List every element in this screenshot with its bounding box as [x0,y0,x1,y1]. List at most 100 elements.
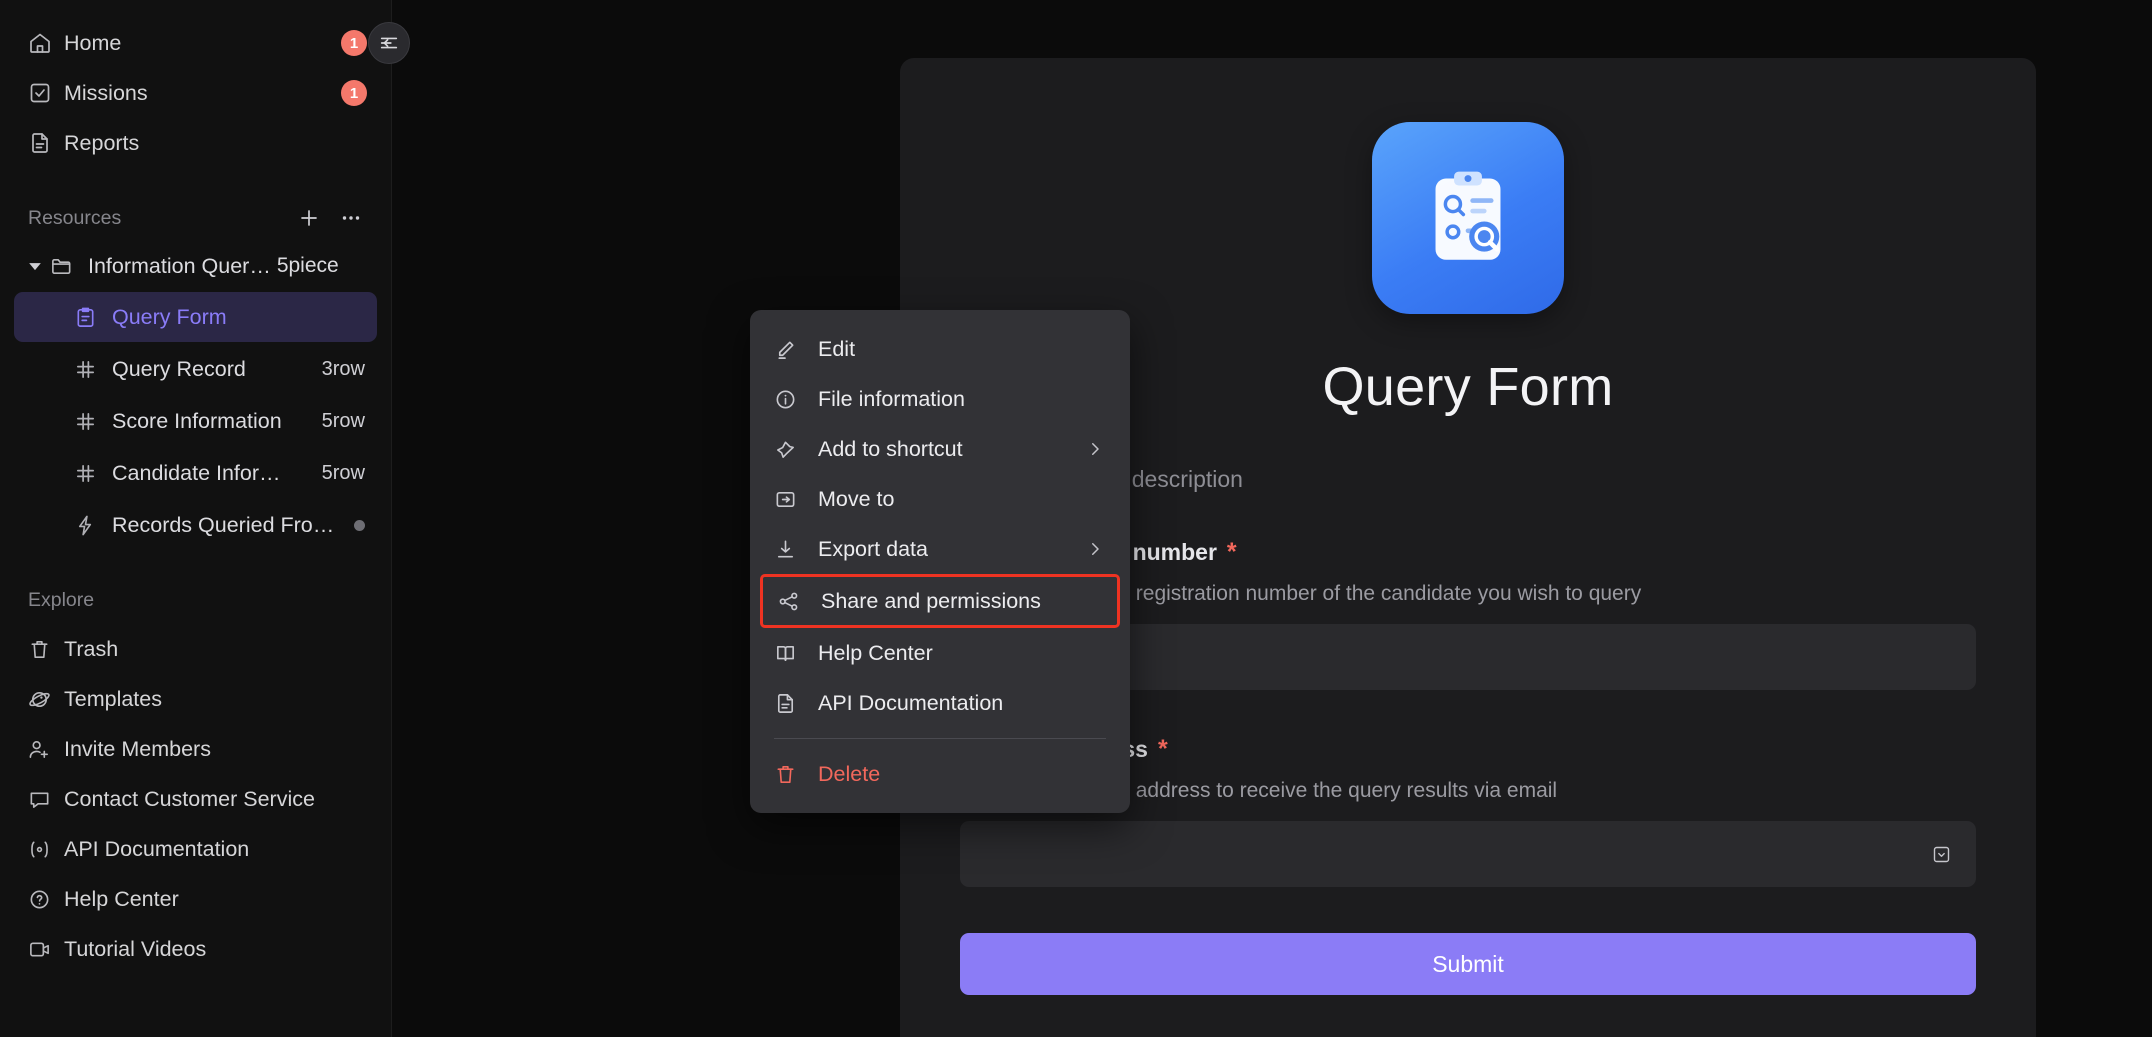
table-icon [74,410,104,433]
sidebar-item-reports[interactable]: Reports [14,118,377,168]
sidebar-item-label: Templates [64,686,162,711]
tree-folder-information-query[interactable]: Information Quer… 5piece [14,242,377,290]
table-icon [74,358,104,381]
context-menu-item-share-and-permissions[interactable]: Share and permissions [760,574,1120,628]
context-menu-divider [774,738,1106,739]
check-square-icon [28,81,58,105]
context-menu-item-label: Delete [818,761,881,786]
sidebar-item-label: Contact Customer Service [64,786,315,811]
context-menu-item-move-to[interactable]: Move to [760,474,1120,524]
sidebar-item-label: API Documentation [64,836,250,861]
missions-badge: 1 [341,80,367,106]
sidebar-item-help-center[interactable]: Help Center [14,874,377,924]
tree-item-query-form[interactable]: Query Form [14,292,377,342]
tree-folder-count: 5piece [276,254,339,277]
home-icon [28,31,58,55]
video-icon [28,938,58,961]
context-menu: Edit File information Add to shortcut Mo… [750,310,1130,813]
tree-item-candidate-information[interactable]: Candidate Infor… 5row [14,448,377,498]
sidebar-item-label: Tutorial Videos [64,936,207,961]
context-menu-item-edit[interactable]: Edit [760,324,1120,374]
automation-icon [74,514,104,537]
book-icon [774,642,804,665]
tree-item-score-information[interactable]: Score Information 5row [14,396,377,446]
chat-icon [28,788,58,811]
tree-item-label: Query Form [112,304,227,329]
clipboard-search-icon [1372,122,1564,314]
tree-item-count: 3row [321,357,365,380]
context-menu-item-file-information[interactable]: File information [760,374,1120,424]
sidebar-item-missions[interactable]: Missions 1 [14,68,377,118]
context-menu-item-label: File information [818,386,965,411]
select-dropdown-icon[interactable] [1931,844,1952,865]
trash-icon [774,763,804,786]
sidebar-item-label: Home [64,30,122,55]
main-content: Query Form Please enter a description Re… [392,0,2152,1037]
pencil-icon [774,338,804,361]
sidebar-item-home[interactable]: Home 1 [14,18,377,68]
home-badge: 1 [341,30,367,56]
plus-icon[interactable] [297,206,321,230]
context-menu-item-label: Move to [818,486,895,511]
context-menu-item-label: Export data [818,536,928,561]
sidebar-item-contact-customer-service[interactable]: Contact Customer Service [14,774,377,824]
chevron-right-icon [1086,540,1104,558]
caret-down-icon[interactable] [24,259,46,273]
download-icon [774,538,804,561]
context-menu-item-label: API Documentation [818,690,1004,715]
context-menu-item-label: Add to shortcut [818,436,963,461]
email-address-input[interactable] [960,821,1976,887]
info-circle-icon [774,388,804,411]
sidebar-item-tutorial-videos[interactable]: Tutorial Videos [14,924,377,974]
form-icon [74,306,104,329]
context-menu-item-label: Share and permissions [821,588,1041,613]
explore-section-title: Explore [28,588,95,611]
document-icon [28,131,58,155]
sidebar-item-label: Invite Members [64,736,211,761]
tree-item-count: 5row [321,461,365,484]
context-menu-item-label: Edit [818,336,856,361]
share-icon [777,590,807,613]
context-menu-item-add-to-shortcut[interactable]: Add to shortcut [760,424,1120,474]
context-menu-item-delete[interactable]: Delete [760,749,1120,799]
explore-section-header: Explore [14,578,377,622]
sidebar-item-trash[interactable]: Trash [14,624,377,674]
required-marker: * [1226,538,1237,566]
user-plus-icon [28,738,58,761]
collapse-sidebar-icon[interactable] [368,22,410,64]
sidebar-item-api-documentation[interactable]: API Documentation [14,824,377,874]
sidebar: Home 1 Missions 1 Reports Resources Info… [0,0,410,1037]
move-folder-icon [774,488,804,511]
planet-icon [28,688,58,711]
trash-icon [28,638,58,661]
submit-button[interactable]: Submit [960,933,1976,995]
sidebar-item-label: Reports [64,130,140,155]
required-marker: * [1157,735,1168,763]
tree-item-label: Records Queried Fro… [112,512,335,537]
sidebar-item-label: Help Center [64,886,179,911]
sidebar-item-templates[interactable]: Templates [14,674,377,724]
context-menu-item-help-center[interactable]: Help Center [760,628,1120,678]
tree-folder-label: Information Quer… [88,253,271,278]
question-circle-icon [28,888,58,911]
resources-section-title: Resources [28,206,122,229]
pin-icon [774,438,804,461]
status-dot [354,519,365,531]
tree-item-query-record[interactable]: Query Record 3row [14,344,377,394]
folder-icon [50,255,80,278]
sidebar-item-label: Missions [64,80,148,105]
context-menu-item-api-documentation[interactable]: API Documentation [760,678,1120,728]
resources-section-header: Resources [14,196,377,240]
tree-item-label: Score Information [112,408,282,433]
tree-item-records-queried-from[interactable]: Records Queried Fro… [14,500,377,550]
tree-item-label: Query Record [112,356,246,381]
app-root: Home 1 Missions 1 Reports Resources Info… [0,0,2152,1037]
tree-item-count: 5row [321,409,365,432]
ellipsis-icon[interactable] [339,206,363,230]
sidebar-item-invite-members[interactable]: Invite Members [14,724,377,774]
context-menu-item-export-data[interactable]: Export data [760,524,1120,574]
context-menu-item-label: Help Center [818,640,933,665]
sidebar-item-label: Trash [64,636,119,661]
api-icon [28,838,58,861]
document-icon [774,692,804,715]
